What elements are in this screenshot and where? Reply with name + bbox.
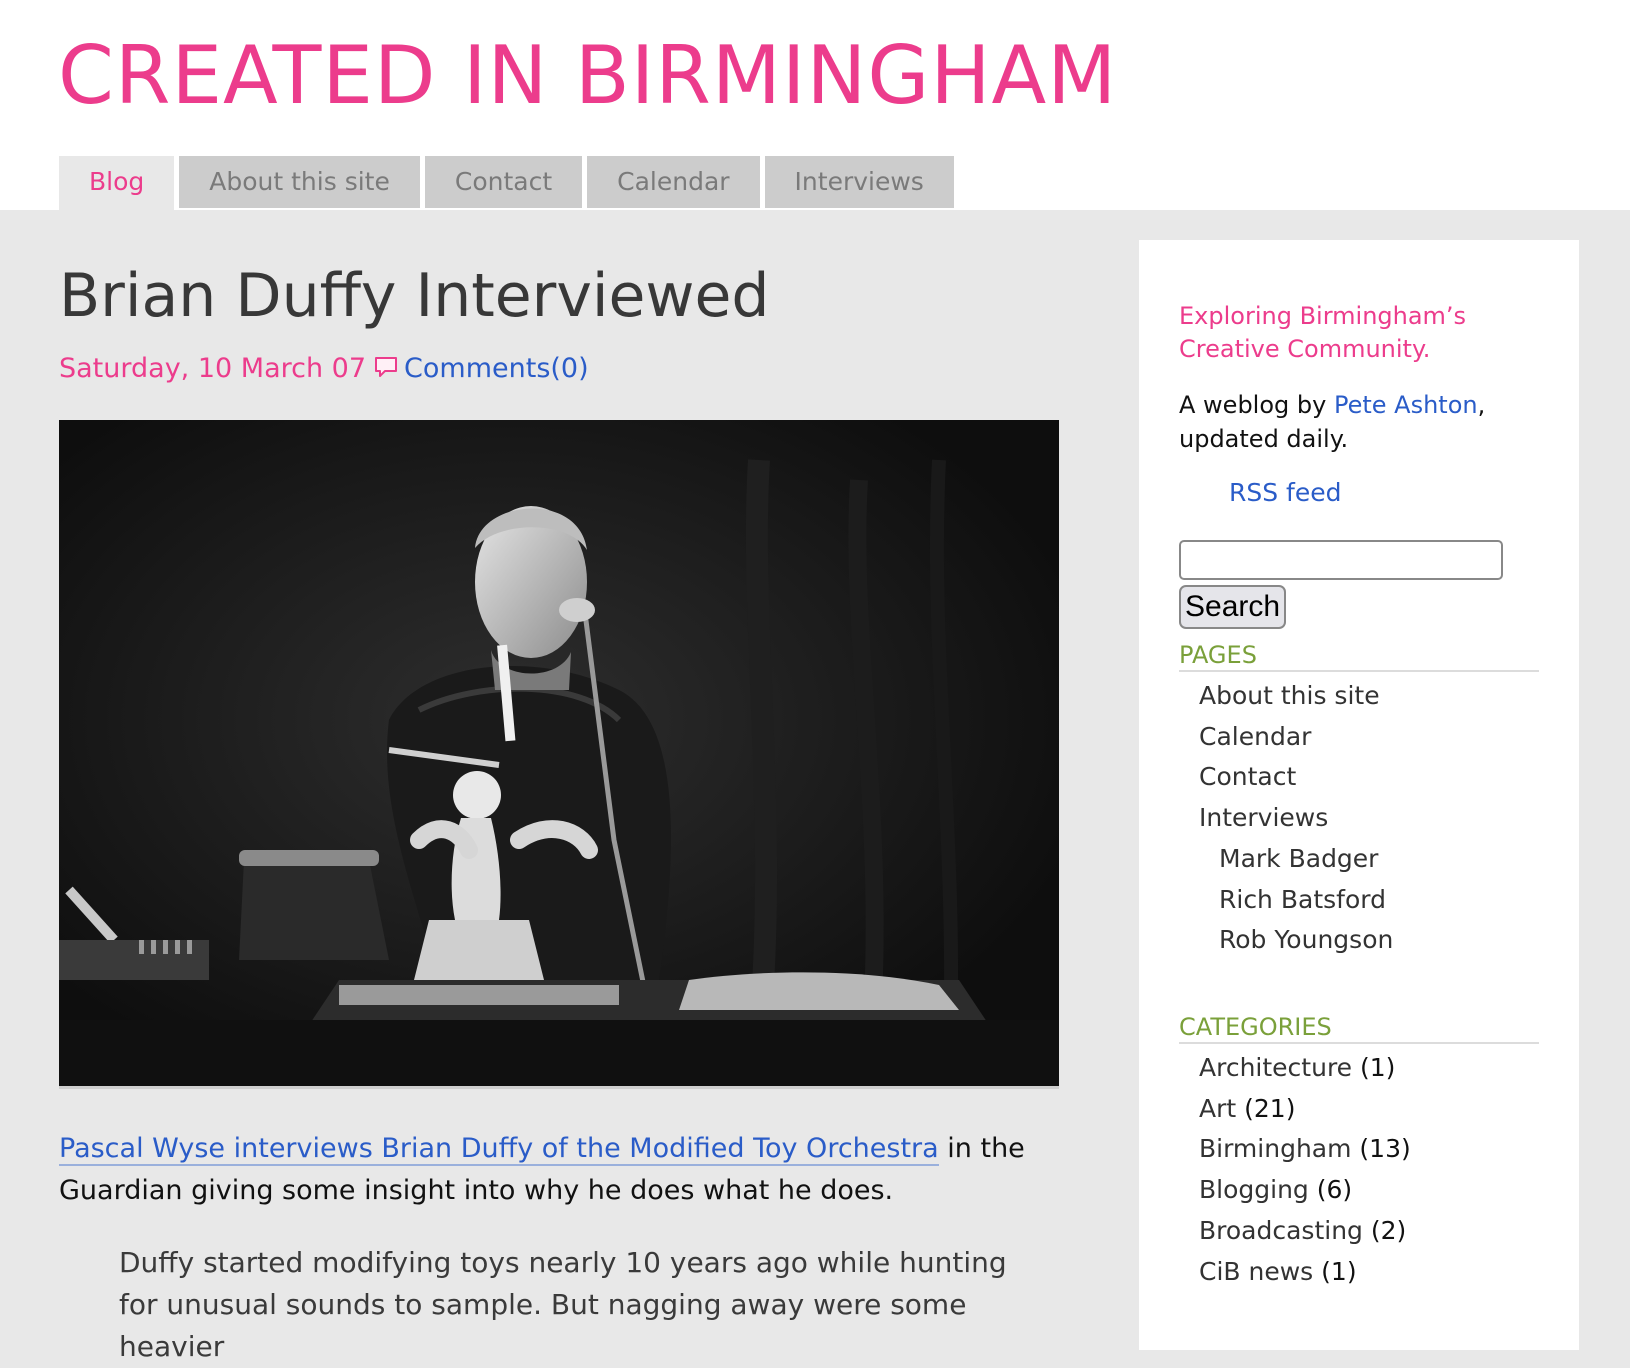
category-item[interactable]: Birmingham (13) xyxy=(1199,1129,1411,1170)
site-tagline: Exploring Birmingham’s Creative Communit… xyxy=(1179,302,1467,363)
pages-heading: PAGES xyxy=(1179,640,1539,672)
category-name[interactable]: Broadcasting xyxy=(1199,1216,1363,1245)
site-header: CREATED IN BIRMINGHAM Blog About this si… xyxy=(0,0,1630,210)
author-link[interactable]: Pete Ashton xyxy=(1334,391,1478,419)
category-item[interactable]: Broadcasting (2) xyxy=(1199,1211,1411,1252)
pages-list: About this site Calendar Contact Intervi… xyxy=(1199,676,1393,961)
category-item[interactable]: CiB news (1) xyxy=(1199,1252,1411,1293)
search-input[interactable] xyxy=(1179,540,1503,580)
main-nav: Blog About this site Contact Calendar In… xyxy=(59,156,959,210)
comment-icon xyxy=(374,352,398,390)
category-name[interactable]: Blogging xyxy=(1199,1175,1309,1204)
post-body: Pascal Wyse interviews Brian Duffy of th… xyxy=(59,1128,1059,1212)
comments-link[interactable]: Comments(0) xyxy=(404,353,589,384)
category-count: (2) xyxy=(1370,1215,1407,1245)
post-meta: Saturday, 10 March 07 Comments(0) xyxy=(59,350,589,390)
tab-about[interactable]: About this site xyxy=(179,156,420,208)
tab-interviews[interactable]: Interviews xyxy=(764,156,954,208)
category-count: (6) xyxy=(1316,1175,1353,1205)
category-name[interactable]: Architecture xyxy=(1199,1053,1352,1082)
post-date: Saturday, 10 March 07 xyxy=(59,353,367,384)
categories-heading: CATEGORIES xyxy=(1179,1012,1539,1044)
category-item[interactable]: Blogging (6) xyxy=(1199,1170,1411,1211)
category-item[interactable]: Art (21) xyxy=(1199,1089,1411,1130)
category-count: (13) xyxy=(1359,1134,1411,1164)
page-link-calendar[interactable]: Calendar xyxy=(1199,717,1393,758)
site-byline: A weblog by Pete Ashton, updated daily. xyxy=(1179,388,1559,456)
page-link-interviews[interactable]: Interviews xyxy=(1199,798,1393,839)
page-link-about[interactable]: About this site xyxy=(1199,676,1393,717)
page-link-mark-badger[interactable]: Mark Badger xyxy=(1199,839,1393,880)
category-name[interactable]: CiB news xyxy=(1199,1257,1313,1286)
tab-contact[interactable]: Contact xyxy=(424,156,583,208)
page-link-contact[interactable]: Contact xyxy=(1199,757,1393,798)
post-title: Brian Duffy Interviewed xyxy=(59,261,770,331)
category-item[interactable]: Architecture (1) xyxy=(1199,1048,1411,1089)
category-count: (1) xyxy=(1321,1256,1357,1286)
page-link-rob-youngson[interactable]: Rob Youngson xyxy=(1199,920,1393,961)
post-quote: Duffy started modifying toys nearly 10 y… xyxy=(119,1246,1007,1363)
tab-blog[interactable]: Blog xyxy=(59,156,175,210)
categories-list: Architecture (1) Art (21) Birmingham (13… xyxy=(1199,1048,1411,1292)
rss-feed-link[interactable]: RSS feed xyxy=(1229,478,1342,507)
category-name[interactable]: Art xyxy=(1199,1094,1236,1123)
guardian-article-link[interactable]: Pascal Wyse interviews Brian Duffy of th… xyxy=(59,1133,939,1166)
search-button[interactable]: Search xyxy=(1179,585,1287,629)
post-photo xyxy=(59,420,1059,1089)
page-link-rich-batsford[interactable]: Rich Batsford xyxy=(1199,880,1393,921)
sidebar: Exploring Birmingham’s Creative Communit… xyxy=(1139,240,1579,1350)
category-name[interactable]: Birmingham xyxy=(1199,1134,1351,1163)
byline-prefix: A weblog by xyxy=(1179,391,1334,419)
category-count: (1) xyxy=(1360,1053,1396,1082)
site-title[interactable]: CREATED IN BIRMINGHAM xyxy=(58,28,1117,124)
category-count: (21) xyxy=(1244,1093,1296,1123)
tab-calendar[interactable]: Calendar xyxy=(587,156,760,208)
